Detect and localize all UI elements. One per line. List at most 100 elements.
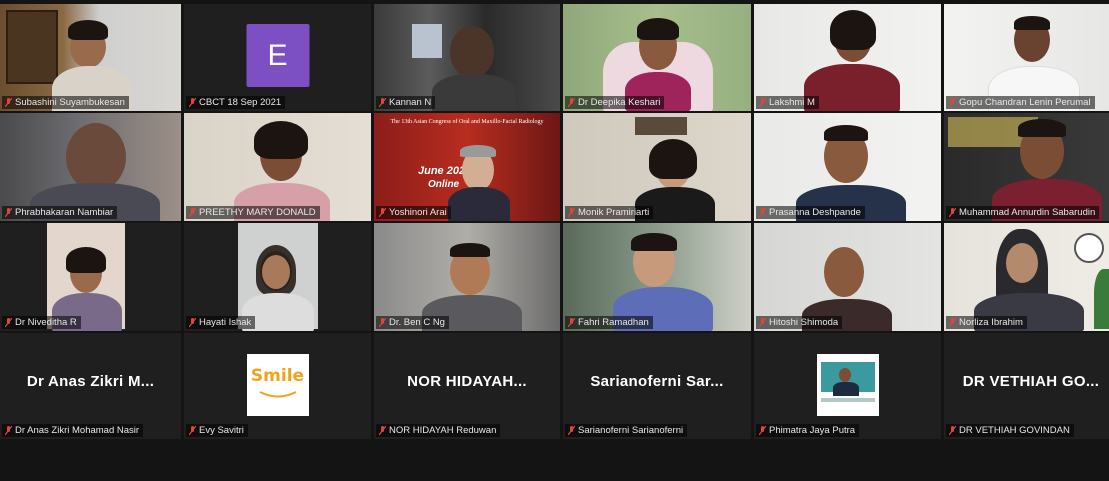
muted-mic-icon [759,208,766,217]
nameplate: Monik Pramiriarti [565,206,654,219]
participant-tile[interactable]: Phrabhakaran Nambiar [0,113,181,221]
participant-name: Sarianoferni Sarianoferni [578,425,684,436]
muted-mic-icon [759,318,766,327]
video-feed [0,113,181,221]
nameplate: Dr Anas Zikri Mohamad Nasir [2,424,144,437]
participant-name: DR VETHIAH GOVINDAN [959,425,1070,436]
muted-mic-icon [949,208,956,217]
participant-name: Hitoshi Shimoda [769,317,839,328]
participant-name: Gopu Chandran Lenin Perumal [959,97,1091,108]
participant-tile[interactable]: Lakshmi M [754,4,941,111]
participant-tile-active-speaker[interactable]: Prasanna Deshpande [754,113,941,221]
participant-tile[interactable]: PREETHY MARY DONALD [184,113,371,221]
muted-mic-icon [5,208,12,217]
muted-mic-icon [949,426,956,435]
nameplate: Prasanna Deshpande [756,206,865,219]
nameplate: Muhammad Annurdin Sabarudin [946,206,1100,219]
participant-name: NOR HIDAYAH Reduwan [389,425,497,436]
muted-mic-icon [949,318,956,327]
participant-display-name: Sarianoferni Sar... [590,373,724,390]
participant-name: Lakshmi M [769,97,815,108]
nameplate: Norliza Ibrahim [946,316,1027,329]
participant-name: Phrabhakaran Nambiar [15,207,114,218]
video-feed [0,4,181,111]
participant-display-name: Dr Anas Zikri M... [26,373,155,390]
participant-tile[interactable]: Kannan N [374,4,560,111]
muted-mic-icon [949,98,956,107]
participant-tile[interactable]: Dr Niveditha R [0,223,181,331]
muted-mic-icon [5,318,12,327]
participant-tile[interactable]: Muhammad Annurdin Sabarudin [944,113,1109,221]
video-feed [563,113,751,221]
participant-name: Dr Niveditha R [15,317,77,328]
participant-tile[interactable]: Smile Evy Savitri [184,333,371,439]
participant-name: Subashini Suyambukesan [15,97,125,108]
participant-tile[interactable]: E CBCT 18 Sep 2021 [184,4,371,111]
participant-tile[interactable]: Monik Pramiriarti [563,113,751,221]
participant-name: Fahri Ramadhan [578,317,649,328]
bottom-empty-area [0,442,1109,481]
nameplate: Hayati Ishak [186,316,256,329]
nameplate: Gopu Chandran Lenin Perumal [946,96,1095,109]
video-feed [374,223,560,331]
nameplate: Dr Deepika Keshari [565,96,665,109]
participant-tile[interactable]: Dr. Ben C Ng [374,223,560,331]
nameplate: PREETHY MARY DONALD [186,206,320,219]
video-feed [563,4,751,111]
participant-grid: Subashini Suyambukesan E CBCT 18 Sep 202… [0,4,1109,440]
poster-mode: Online [428,179,460,190]
smile-curve-icon [259,391,296,398]
nameplate: Dr Niveditha R [2,316,81,329]
muted-mic-icon [189,208,196,217]
participant-name: Phimatra Jaya Putra [769,425,856,436]
participant-name: CBCT 18 Sep 2021 [199,97,282,108]
participant-tile[interactable]: Sarianoferni Sar... Sarianoferni Sariano… [563,333,751,439]
video-feed [563,223,751,331]
nameplate: Sarianoferni Sarianoferni [565,424,688,437]
nameplate: DR VETHIAH GOVINDAN [946,424,1074,437]
muted-mic-icon [5,98,12,107]
participant-tile[interactable]: Hayati Ishak [184,223,371,331]
avatar: E [246,24,309,87]
nameplate: Yoshinori Arai [376,206,451,219]
participant-name: Dr. Ben C Ng [389,317,445,328]
nameplate: Phrabhakaran Nambiar [2,206,118,219]
nameplate: Hitoshi Shimoda [756,316,843,329]
smile-logo-text: Smile [250,366,305,386]
participant-tile[interactable]: Fahri Ramadhan [563,223,751,331]
participant-tile[interactable]: Subashini Suyambukesan [0,4,181,111]
muted-mic-icon [379,318,386,327]
participant-tile[interactable]: Norliza Ibrahim [944,223,1109,331]
participant-tile[interactable]: Hitoshi Shimoda [754,223,941,331]
participant-tile[interactable]: NOR HIDAYAH... NOR HIDAYAH Reduwan [374,333,560,439]
participant-tile[interactable]: Gopu Chandran Lenin Perumal [944,4,1109,111]
profile-logo: Smile [246,354,309,416]
participant-tile[interactable]: Dr Deepika Keshari [563,4,751,111]
participant-display-name: DR VETHIAH GO... [962,373,1100,390]
participant-tile[interactable]: Dr Anas Zikri M... Dr Anas Zikri Mohamad… [0,333,181,439]
participant-name: Dr Deepika Keshari [578,97,661,108]
video-feed: The 13th Asian Congress of Oral and Maxi… [374,113,560,221]
participant-name: Norliza Ibrahim [959,317,1023,328]
participant-name: Hayati Ishak [199,317,252,328]
muted-mic-icon [568,426,575,435]
muted-mic-icon [759,426,766,435]
nameplate: Fahri Ramadhan [565,316,653,329]
participant-name: Prasanna Deshpande [769,207,861,218]
participant-tile[interactable]: DR VETHIAH GO... DR VETHIAH GOVINDAN [944,333,1109,439]
muted-mic-icon [379,208,386,217]
muted-mic-icon [568,98,575,107]
participant-name: PREETHY MARY DONALD [199,207,316,218]
muted-mic-icon [568,208,575,217]
nameplate: NOR HIDAYAH Reduwan [376,424,501,437]
muted-mic-icon [379,426,386,435]
muted-mic-icon [189,426,196,435]
video-feed [754,223,941,331]
video-feed [374,4,560,111]
participant-tile[interactable]: Phimatra Jaya Putra [754,333,941,439]
video-feed [944,223,1109,331]
nameplate: Dr. Ben C Ng [376,316,449,329]
participant-tile[interactable]: The 13th Asian Congress of Oral and Maxi… [374,113,560,221]
muted-mic-icon [5,426,12,435]
poster-title: The 13th Asian Congress of Oral and Maxi… [390,119,544,125]
